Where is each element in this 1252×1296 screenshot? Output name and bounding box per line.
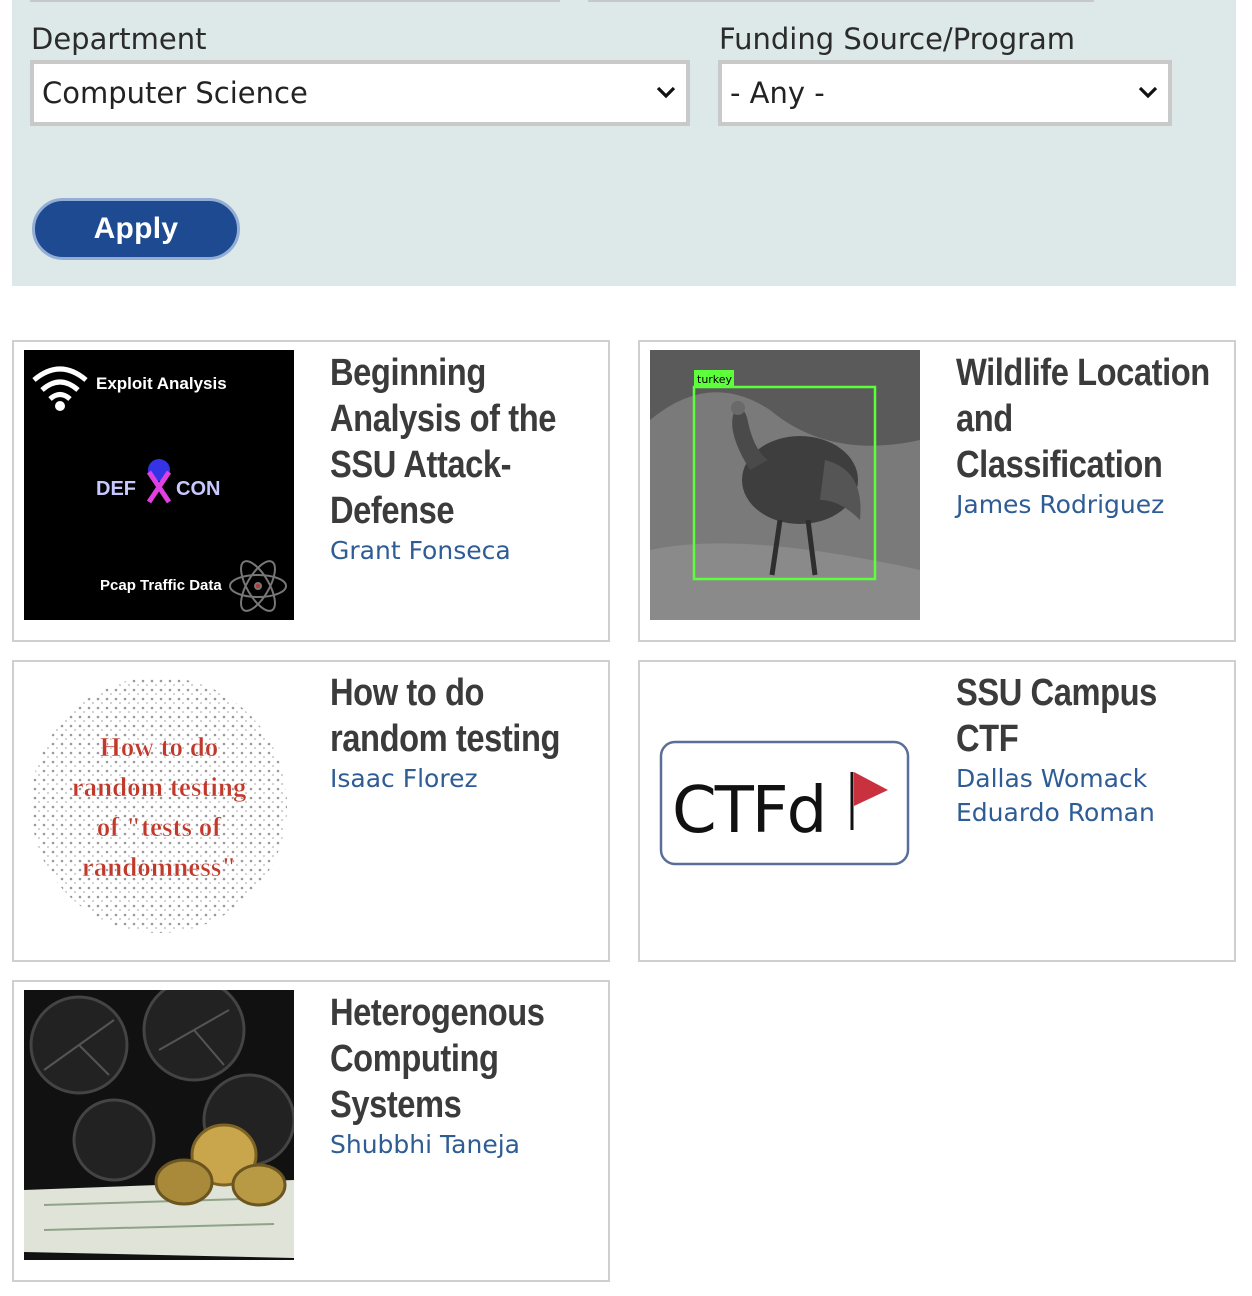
- project-title[interactable]: SSU Campus CTF: [956, 670, 1227, 762]
- apply-button[interactable]: Apply: [32, 198, 240, 260]
- svg-text:DEF: DEF: [96, 478, 136, 500]
- funding-label: Funding Source/Program: [719, 22, 1076, 56]
- project-card[interactable]: turkey Wildlife Location and Classificat…: [638, 340, 1236, 642]
- thumb-line: randomness": [82, 852, 237, 882]
- project-card[interactable]: Exploit Analysis DEF CON Pcap Traffic Da…: [12, 340, 610, 642]
- project-card[interactable]: CTFd SSU Campus CTF Dallas Womack Eduard…: [638, 660, 1236, 962]
- author-link[interactable]: Shubbhi Taneja: [330, 1128, 602, 1162]
- detection-label: turkey: [697, 373, 733, 386]
- thumb-line: of "tests of: [97, 812, 222, 842]
- author-link[interactable]: Isaac Florez: [330, 762, 602, 796]
- project-thumbnail[interactable]: How to do random testing of "tests of ra…: [24, 670, 294, 940]
- project-title[interactable]: Beginning Analysis of the SSU Attack-Def…: [330, 350, 601, 534]
- author-link[interactable]: Eduardo Roman: [956, 796, 1228, 830]
- ctfd-logo: CTFd: [672, 774, 825, 848]
- department-label: Department: [31, 22, 207, 56]
- divider: [30, 0, 560, 2]
- project-title[interactable]: How to do random testing: [330, 670, 601, 762]
- thumb-line: random testing: [72, 772, 247, 802]
- author-link[interactable]: Dallas Womack: [956, 762, 1228, 796]
- project-thumbnail[interactable]: [24, 990, 294, 1260]
- project-card[interactable]: Heterogenous Computing Systems Shubbhi T…: [12, 980, 610, 1282]
- chevron-down-icon: [646, 86, 686, 100]
- thumb-heading: Exploit Analysis: [96, 374, 227, 393]
- project-title[interactable]: Heterogenous Computing Systems: [330, 990, 601, 1128]
- department-selected-value: Computer Science: [42, 76, 308, 110]
- project-thumbnail[interactable]: turkey: [650, 350, 920, 620]
- project-card[interactable]: How to do random testing of "tests of ra…: [12, 660, 610, 962]
- divider: [588, 0, 1094, 2]
- project-title[interactable]: Wildlife Location and Classification: [956, 350, 1227, 488]
- project-thumbnail[interactable]: CTFd: [650, 670, 920, 940]
- project-thumbnail[interactable]: Exploit Analysis DEF CON Pcap Traffic Da…: [24, 350, 294, 620]
- department-select[interactable]: Computer Science: [30, 60, 690, 126]
- author-link[interactable]: Grant Fonseca: [330, 534, 602, 568]
- author-link[interactable]: James Rodriguez: [956, 488, 1228, 522]
- thumb-line: How to do: [100, 732, 219, 762]
- funding-selected-value: - Any -: [730, 76, 825, 110]
- funding-select[interactable]: - Any -: [718, 60, 1172, 126]
- thumb-footer: Pcap Traffic Data: [100, 577, 222, 594]
- svg-text:CON: CON: [176, 478, 220, 500]
- chevron-down-icon: [1128, 86, 1168, 100]
